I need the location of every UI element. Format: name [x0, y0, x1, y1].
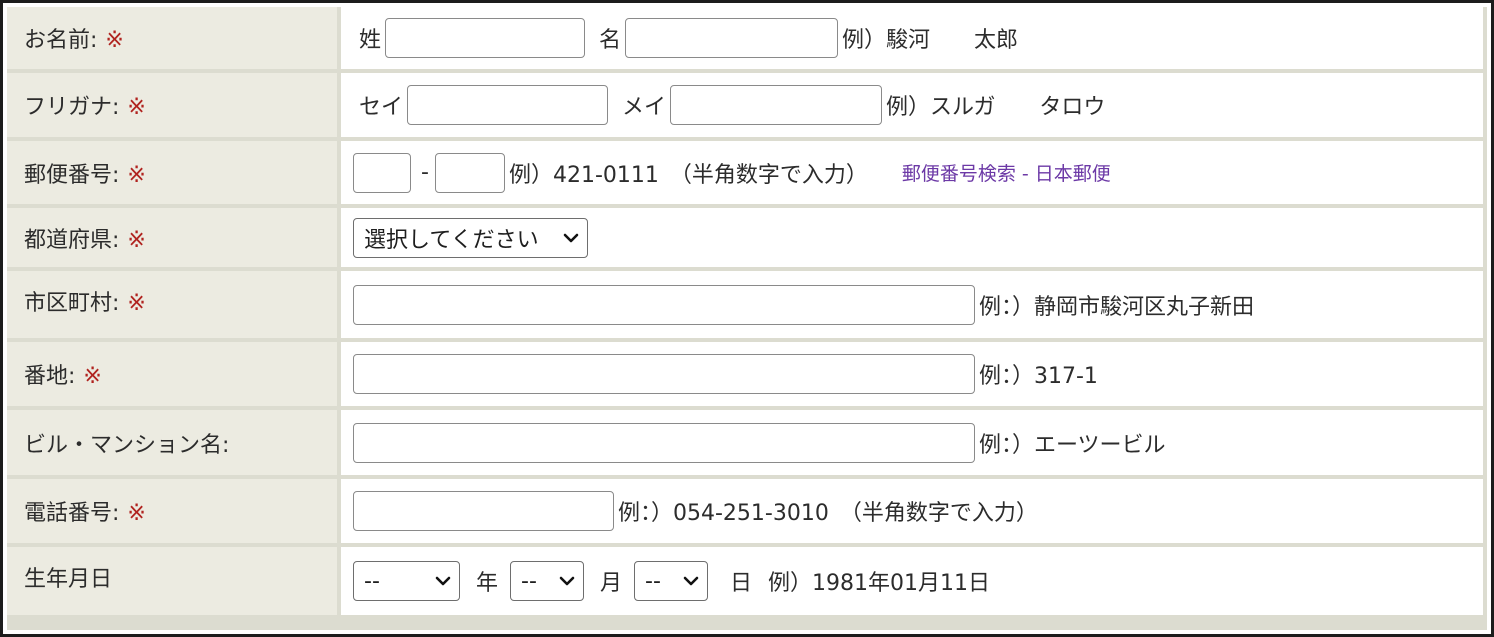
label-cell-postal: 郵便番号: ※ [7, 141, 337, 204]
chevron-down-icon [559, 576, 575, 586]
postal-label: 郵便番号: [24, 162, 120, 188]
postal-lookup-link[interactable]: 郵便番号検索 - 日本郵便 [902, 159, 1111, 186]
field-cell-postal: - 例）421-0111 （半角数字で入力） 郵便番号検索 - 日本郵便 [341, 141, 1487, 204]
label-cell-birthday: 生年月日 [7, 547, 337, 615]
field-cell-address: 例：）317-1 [341, 342, 1487, 406]
name-example: 例）駿河 太郎 [842, 28, 1019, 53]
postal-example: 例）421-0111 （半角数字で入力） [508, 162, 868, 188]
required-mark: ※ [127, 162, 146, 188]
postal-code-part1-input[interactable] [353, 152, 411, 193]
postal-dash: - [421, 160, 429, 185]
building-example: 例：）エーツービル [979, 432, 1166, 458]
first-name-kana-input[interactable] [670, 85, 883, 125]
mei-kana-label: メイ [622, 95, 667, 120]
required-mark: ※ [127, 227, 146, 253]
birthday-label: 生年月日 [24, 567, 113, 592]
field-cell-building: 例：）エーツービル [341, 410, 1487, 475]
building-label: ビル・マンション名: [24, 432, 230, 458]
birth-day-selected: -- [645, 568, 661, 594]
registration-form-table: お名前: ※ 姓 名 例）駿河 太郎 フリガナ: ※ セイ メイ 例）スルガ タ… [7, 3, 1487, 619]
label-cell-building: ビル・マンション名: [7, 410, 337, 475]
birth-year-select[interactable]: -- [353, 561, 460, 601]
row-address: 番地: ※ 例：）317-1 [7, 342, 1487, 406]
row-name: お名前: ※ 姓 名 例）駿河 太郎 [7, 7, 1487, 69]
mei-label: 名 [599, 28, 622, 53]
birth-year-selected: -- [364, 568, 380, 594]
birthday-example: 例）1981年01月11日 [768, 571, 991, 596]
building-input[interactable] [353, 422, 975, 463]
row-birthday: 生年月日 -- 年 -- 月 -- 日 例）1981年01月11日 [7, 547, 1487, 615]
first-name-input[interactable] [625, 18, 839, 58]
city-example: 例：）静岡市駿河区丸子新田 [979, 294, 1255, 320]
label-cell-furigana: フリガナ: ※ [7, 73, 337, 137]
furigana-label: フリガナ: [24, 95, 120, 120]
phone-example: 例：）054-251-3010 （半角数字で入力） [618, 501, 1038, 526]
row-phone: 電話番号: ※ 例：）054-251-3010 （半角数字で入力） [7, 479, 1487, 543]
street-address-input[interactable] [353, 354, 975, 394]
city-input[interactable] [353, 284, 975, 325]
city-label: 市区町村: [24, 291, 120, 316]
field-cell-name: 姓 名 例）駿河 太郎 [341, 7, 1487, 69]
required-mark: ※ [127, 291, 146, 316]
field-cell-phone: 例：）054-251-3010 （半角数字で入力） [341, 479, 1487, 543]
required-mark: ※ [127, 95, 146, 120]
row-city: 市区町村: ※ 例：）静岡市駿河区丸子新田 [7, 271, 1487, 338]
row-furigana: フリガナ: ※ セイ メイ 例）スルガ タロウ [7, 73, 1487, 137]
label-cell-phone: 電話番号: ※ [7, 479, 337, 543]
phone-input[interactable] [353, 491, 614, 531]
birth-month-selected: -- [521, 568, 537, 594]
required-mark: ※ [105, 28, 124, 53]
field-cell-furigana: セイ メイ 例）スルガ タロウ [341, 73, 1487, 137]
last-name-kana-input[interactable] [407, 85, 609, 125]
field-cell-city: 例：）静岡市駿河区丸子新田 [341, 271, 1487, 338]
required-mark: ※ [127, 501, 146, 526]
address-example: 例：）317-1 [979, 364, 1098, 389]
field-cell-birthday: -- 年 -- 月 -- 日 例）1981年01月11日 [341, 547, 1487, 615]
phone-label: 電話番号: [24, 501, 120, 526]
chevron-down-icon [683, 576, 699, 586]
row-building: ビル・マンション名: 例：）エーツービル [7, 410, 1487, 475]
label-cell-city: 市区町村: ※ [7, 271, 337, 338]
prefecture-select[interactable]: 選択してください [353, 217, 588, 258]
label-cell-address: 番地: ※ [7, 342, 337, 406]
last-name-input[interactable] [385, 18, 586, 58]
label-cell-prefecture: 都道府県: ※ [7, 208, 337, 267]
field-cell-prefecture: 選択してください [341, 208, 1487, 267]
year-unit: 年 [476, 571, 499, 596]
furigana-example: 例）スルガ タロウ [886, 95, 1106, 120]
sei-label: 姓 [359, 28, 382, 53]
row-prefecture: 都道府県: ※ 選択してください [7, 208, 1487, 267]
prefecture-selected-value: 選択してください [364, 227, 539, 253]
required-mark: ※ [83, 364, 102, 389]
birth-month-select[interactable]: -- [510, 561, 585, 601]
name-label: お名前: [24, 28, 98, 53]
row-postal-code: 郵便番号: ※ - 例）421-0111 （半角数字で入力） 郵便番号検索 - 日… [7, 141, 1487, 204]
address-label: 番地: [24, 364, 76, 389]
month-unit: 月 [600, 571, 623, 596]
day-unit: 日 [730, 571, 753, 596]
prefecture-label: 都道府県: [24, 227, 120, 253]
sei-kana-label: セイ [359, 95, 404, 120]
chevron-down-icon [435, 576, 451, 586]
label-cell-name: お名前: ※ [7, 7, 337, 69]
postal-code-part2-input[interactable] [434, 152, 505, 193]
birth-day-select[interactable]: -- [634, 561, 709, 601]
chevron-down-icon [563, 233, 579, 242]
